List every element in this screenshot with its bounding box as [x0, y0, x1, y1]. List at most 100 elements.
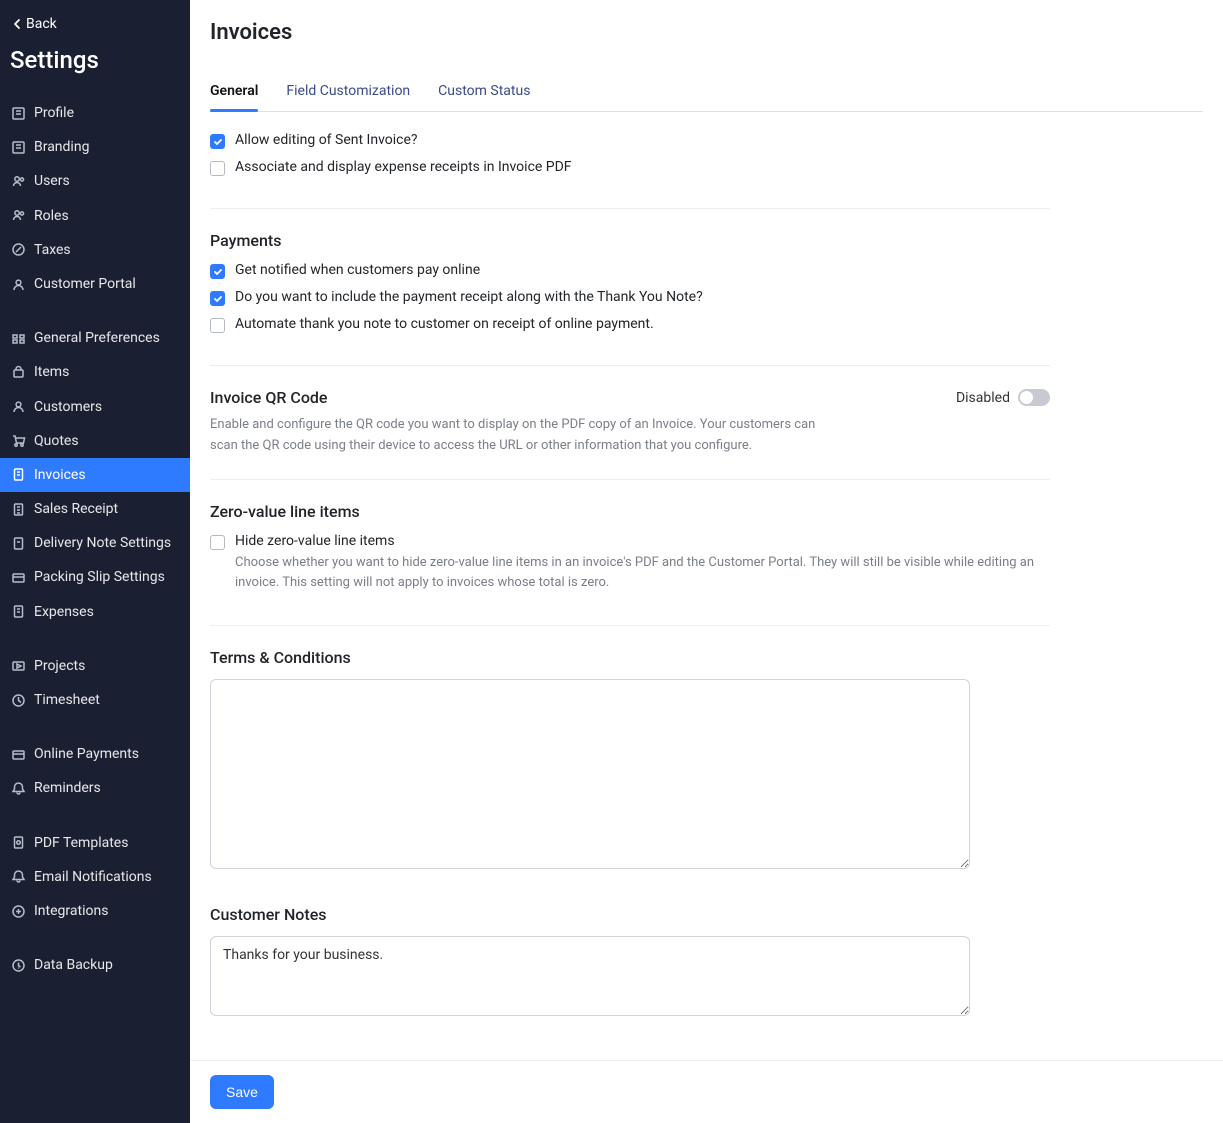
qr-state-label: Disabled — [956, 390, 1010, 406]
sidebar-item-general-preferences[interactable]: General Preferences — [0, 321, 190, 355]
sidebar-item-pdf-templates[interactable]: PDF Templates — [0, 826, 190, 860]
timesheet-icon — [10, 692, 26, 708]
sidebar-item-taxes[interactable]: Taxes — [0, 233, 190, 267]
sidebar-item-label: Email Notifications — [34, 868, 152, 886]
qr-desc: Enable and configure the QR code you wan… — [210, 415, 830, 457]
sidebar-item-online-payments[interactable]: Online Payments — [0, 737, 190, 771]
email-notifications-icon — [10, 869, 26, 885]
save-button[interactable]: Save — [210, 1075, 274, 1109]
sidebar-item-invoices[interactable]: Invoices — [0, 458, 190, 492]
items-icon — [10, 364, 26, 380]
sidebar-item-items[interactable]: Items — [0, 355, 190, 389]
section-payments: Payments Get notified when customers pay… — [210, 231, 1050, 366]
back-label: Back — [26, 16, 57, 32]
tab-custom-status[interactable]: Custom Status — [438, 75, 530, 111]
online-payments-icon — [10, 746, 26, 762]
payments-check-1-checkbox[interactable] — [210, 291, 225, 306]
qr-toggle[interactable] — [1018, 389, 1050, 406]
top-check-0-label: Allow editing of Sent Invoice? — [235, 132, 418, 148]
payments-check-0-checkbox[interactable] — [210, 264, 225, 279]
top-check-0-checkbox[interactable] — [210, 134, 225, 149]
users-icon — [10, 173, 26, 189]
notes-textarea[interactable] — [210, 936, 970, 1016]
sidebar-item-customer-portal[interactable]: Customer Portal — [0, 267, 190, 301]
sidebar-item-timesheet[interactable]: Timesheet — [0, 683, 190, 717]
payments-title: Payments — [210, 231, 1050, 250]
page-title: Invoices — [210, 20, 1203, 45]
qr-title: Invoice QR Code — [210, 388, 328, 407]
sidebar-item-label: Online Payments — [34, 745, 139, 763]
terms-title: Terms & Conditions — [210, 648, 1050, 667]
section-qr: Invoice QR Code Disabled Enable and conf… — [210, 388, 1050, 480]
sidebar-item-roles[interactable]: Roles — [0, 199, 190, 233]
sidebar-item-projects[interactable]: Projects — [0, 649, 190, 683]
quotes-icon — [10, 433, 26, 449]
footer: Save — [190, 1060, 1223, 1123]
profile-icon — [10, 105, 26, 121]
sidebar-item-label: Customer Portal — [34, 275, 136, 293]
packing-slip-settings-icon — [10, 570, 26, 586]
roles-icon — [10, 208, 26, 224]
sidebar-item-label: Profile — [34, 104, 74, 122]
sidebar-item-label: PDF Templates — [34, 834, 128, 852]
sidebar-item-data-backup[interactable]: Data Backup — [0, 948, 190, 982]
sidebar-item-email-notifications[interactable]: Email Notifications — [0, 860, 190, 894]
sidebar-item-quotes[interactable]: Quotes — [0, 424, 190, 458]
top-check-1-label: Associate and display expense receipts i… — [235, 159, 572, 175]
sidebar-item-label: Delivery Note Settings — [34, 534, 171, 552]
terms-textarea[interactable] — [210, 679, 970, 869]
sidebar-item-delivery-note-settings[interactable]: Delivery Note Settings — [0, 526, 190, 560]
zero-check-help: Choose whether you want to hide zero-val… — [235, 553, 1050, 593]
top-check-1-row: Associate and display expense receipts i… — [210, 159, 1050, 176]
sidebar: Back Settings Profile BrandingUsersRoles T… — [0, 0, 190, 1123]
payments-check-1-label: Do you want to include the payment recei… — [235, 289, 703, 305]
chevron-left-icon — [12, 18, 22, 30]
payments-check-2-row: Automate thank you note to customer on r… — [210, 316, 1050, 333]
sidebar-item-sales-receipt[interactable]: Sales Receipt — [0, 492, 190, 526]
sidebar-item-packing-slip-settings[interactable]: Packing Slip Settings — [0, 560, 190, 594]
sidebar-item-label: Integrations — [34, 902, 108, 920]
delivery-note-settings-icon — [10, 535, 26, 551]
zero-check-label: Hide zero-value line items — [235, 533, 1050, 549]
top-check-1-checkbox[interactable] — [210, 161, 225, 176]
sidebar-item-users[interactable]: Users — [0, 164, 190, 198]
payments-check-1-row: Do you want to include the payment recei… — [210, 289, 1050, 306]
sidebar-item-label: Reminders — [34, 779, 101, 797]
sidebar-item-label: Taxes — [34, 241, 71, 259]
invoices-icon — [10, 467, 26, 483]
sales-receipt-icon — [10, 501, 26, 517]
tab-field-customization[interactable]: Field Customization — [286, 75, 410, 111]
tab-general[interactable]: General — [210, 75, 258, 111]
sidebar-item-label: Sales Receipt — [34, 500, 118, 518]
sidebar-item-reminders[interactable]: Reminders — [0, 771, 190, 805]
zero-title: Zero-value line items — [210, 502, 1050, 521]
nav: Profile BrandingUsersRoles Taxes Customer P… — [0, 90, 190, 988]
branding-icon — [10, 139, 26, 155]
sidebar-item-label: Quotes — [34, 432, 79, 450]
expenses-icon — [10, 604, 26, 620]
back-link[interactable]: Back — [0, 10, 190, 38]
sidebar-item-profile[interactable]: Profile — [0, 96, 190, 130]
settings-title: Settings — [0, 38, 190, 90]
payments-check-0-label: Get notified when customers pay online — [235, 262, 480, 278]
sidebar-item-label: Timesheet — [34, 691, 100, 709]
sidebar-item-label: Expenses — [34, 603, 94, 621]
sidebar-item-integrations[interactable]: Integrations — [0, 894, 190, 928]
general-preferences-icon — [10, 330, 26, 346]
section-zero: Zero-value line items Hide zero-value li… — [210, 502, 1050, 626]
sidebar-item-branding[interactable]: Branding — [0, 130, 190, 164]
section-terms: Terms & Conditions — [210, 648, 1050, 895]
sidebar-item-expenses[interactable]: Expenses — [0, 595, 190, 629]
payments-check-2-checkbox[interactable] — [210, 318, 225, 333]
reminders-icon — [10, 780, 26, 796]
projects-icon — [10, 658, 26, 674]
sidebar-item-label: Items — [34, 363, 69, 381]
zero-checkbox[interactable] — [210, 535, 225, 550]
section-notes: Customer Notes — [210, 905, 1050, 1050]
sidebar-item-label: Invoices — [34, 466, 86, 484]
main: Invoices General Field Customization Custo… — [190, 0, 1223, 1123]
sidebar-item-label: Projects — [34, 657, 85, 675]
payments-check-0-row: Get notified when customers pay online — [210, 262, 1050, 279]
sidebar-item-customers[interactable]: Customers — [0, 390, 190, 424]
tabs: General Field Customization Custom Status — [210, 75, 1203, 112]
